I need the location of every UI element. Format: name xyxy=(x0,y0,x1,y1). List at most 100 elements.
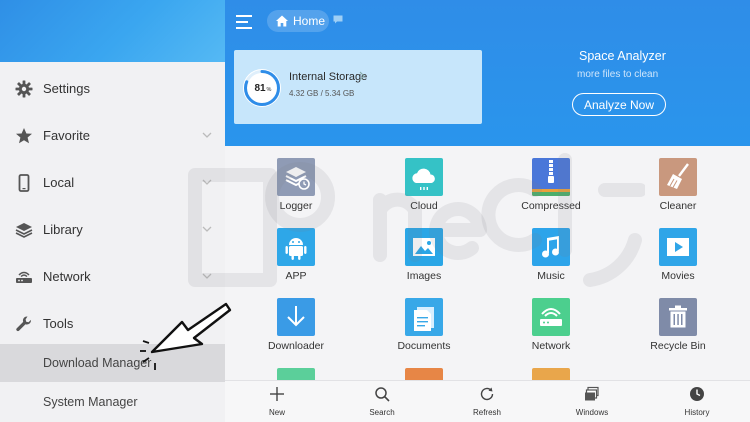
sidebar-item-label: Tools xyxy=(43,316,74,331)
grid-item-label: APP xyxy=(285,270,307,282)
grid-item-partial[interactable] xyxy=(374,356,474,380)
chevron-down-icon[interactable] xyxy=(200,269,214,283)
sidebar-item-label: Favorite xyxy=(43,128,90,143)
grid-item-label: Recycle Bin xyxy=(650,340,706,352)
grid-item-music[interactable]: Music xyxy=(501,216,601,282)
chevron-right-icon xyxy=(359,71,365,81)
layers-icon xyxy=(15,223,33,238)
grid-item-app[interactable]: APP xyxy=(246,216,346,282)
toolbar-label: New xyxy=(268,408,285,417)
wrench-icon xyxy=(16,316,31,332)
chevron-down-icon[interactable] xyxy=(200,222,214,236)
storage-percent: 81 xyxy=(254,83,266,94)
grid-item-label: Images xyxy=(406,270,442,282)
android-icon xyxy=(277,228,315,266)
windows-button[interactable]: Windows xyxy=(562,383,622,421)
grid-item-cleaner[interactable]: Cleaner xyxy=(628,146,728,212)
image-icon xyxy=(405,228,443,266)
sidebar-item-local[interactable]: Local xyxy=(0,163,225,203)
trash-icon xyxy=(659,298,697,336)
toolbar-label: Windows xyxy=(575,408,609,417)
space-analyzer-title: Space Analyzer xyxy=(579,49,666,63)
refresh-icon xyxy=(480,387,494,401)
grid-item-label: Compressed xyxy=(521,200,581,212)
grid-item-label: Movies xyxy=(661,270,695,282)
menu-icon[interactable] xyxy=(235,12,257,32)
analyze-now-button[interactable]: Analyze Now xyxy=(572,93,666,116)
sidebar-item-settings[interactable]: Settings xyxy=(0,69,225,109)
grid-item-label: Logger xyxy=(279,200,313,212)
grid-item-label: Downloader xyxy=(267,340,325,352)
movie-icon xyxy=(659,228,697,266)
chevron-down-icon[interactable] xyxy=(200,175,214,189)
windows-icon xyxy=(585,386,599,401)
sidebar-item-favorite[interactable]: Favorite xyxy=(0,116,225,156)
grid-item-network[interactable]: Network xyxy=(501,286,601,352)
broom-icon xyxy=(659,158,697,196)
grid-item-label: Documents xyxy=(397,340,451,352)
grid-item-partial[interactable] xyxy=(501,356,601,380)
grid-item-label: Cleaner xyxy=(659,200,697,212)
grid-item-images[interactable]: Images xyxy=(374,216,474,282)
toolbar-label: Search xyxy=(369,408,395,417)
logger-icon xyxy=(277,158,315,196)
grid-item-label: Cloud xyxy=(410,200,438,212)
sidebar-subitem-label: System Manager xyxy=(43,395,138,409)
music-icon xyxy=(532,228,570,266)
toolbar-label: History xyxy=(684,408,710,417)
sidebar-subitem-label: Download Manager xyxy=(43,356,152,370)
grid-item-downloader[interactable]: Downloader xyxy=(246,286,346,352)
new-button[interactable]: New xyxy=(247,383,307,421)
grid-item-recycle-bin[interactable]: Recycle Bin xyxy=(628,286,728,352)
phone-icon xyxy=(18,174,30,192)
sidebar-item-label: Local xyxy=(43,175,75,190)
star-icon xyxy=(16,128,32,144)
top-header: Home 81 % Internal Storage 4.32 GB / 5.3… xyxy=(225,0,750,146)
grid-item-documents[interactable]: Documents xyxy=(374,286,474,352)
sidebar-header xyxy=(0,0,225,62)
home-label: Home xyxy=(293,14,326,28)
plus-icon xyxy=(270,387,284,401)
pointer-arrow-icon xyxy=(140,302,232,370)
clock-icon xyxy=(690,387,704,401)
tools-grid: Logger Cloud Compressed Cleaner APP Imag… xyxy=(225,146,750,380)
sidebar-item-network[interactable]: Network xyxy=(0,257,225,297)
refresh-button[interactable]: Refresh xyxy=(457,383,517,421)
file-icon xyxy=(277,368,315,380)
document-icon xyxy=(405,298,443,336)
sidebar-item-library[interactable]: Library xyxy=(0,210,225,250)
search-button[interactable]: Search xyxy=(352,383,412,421)
sidebar-item-label: Settings xyxy=(43,81,90,96)
grid-item-label: Music xyxy=(537,270,565,282)
bottom-toolbar: New Search Refresh Windows History xyxy=(225,380,750,422)
grid-item-movies[interactable]: Movies xyxy=(628,216,728,282)
file-icon xyxy=(532,368,570,380)
message-icon[interactable] xyxy=(333,15,343,24)
home-icon xyxy=(276,15,288,27)
router-icon xyxy=(16,271,32,283)
storage-size: 4.32 GB / 5.34 GB xyxy=(289,89,355,98)
grid-item-compressed[interactable]: Compressed xyxy=(501,146,601,212)
sidebar-subitem-system-manager[interactable]: System Manager xyxy=(0,383,225,421)
sidebar-item-label: Library xyxy=(43,222,83,237)
grid-item-label: Network xyxy=(531,340,571,352)
toolbar-label: Refresh xyxy=(472,408,501,417)
space-analyzer-subtitle: more files to clean xyxy=(577,69,659,80)
chevron-down-icon[interactable] xyxy=(200,128,214,142)
history-button[interactable]: History xyxy=(667,383,727,421)
storage-title: Internal Storage xyxy=(289,71,368,83)
home-breadcrumb[interactable]: Home xyxy=(267,10,329,32)
download-icon xyxy=(277,298,315,336)
grid-item-cloud[interactable]: Cloud xyxy=(374,146,474,212)
storage-usage-ring: 81 % xyxy=(243,69,281,107)
file-icon xyxy=(405,368,443,380)
storage-card[interactable]: 81 % Internal Storage 4.32 GB / 5.34 GB xyxy=(234,50,482,124)
network-icon xyxy=(532,298,570,336)
grid-item-logger[interactable]: Logger xyxy=(246,146,346,212)
gear-icon xyxy=(15,80,33,98)
grid-item-partial[interactable] xyxy=(246,356,346,380)
storage-percent-sign: % xyxy=(267,87,272,93)
search-icon xyxy=(375,387,390,402)
sidebar-item-label: Network xyxy=(43,269,91,284)
cloud-icon xyxy=(405,158,443,196)
